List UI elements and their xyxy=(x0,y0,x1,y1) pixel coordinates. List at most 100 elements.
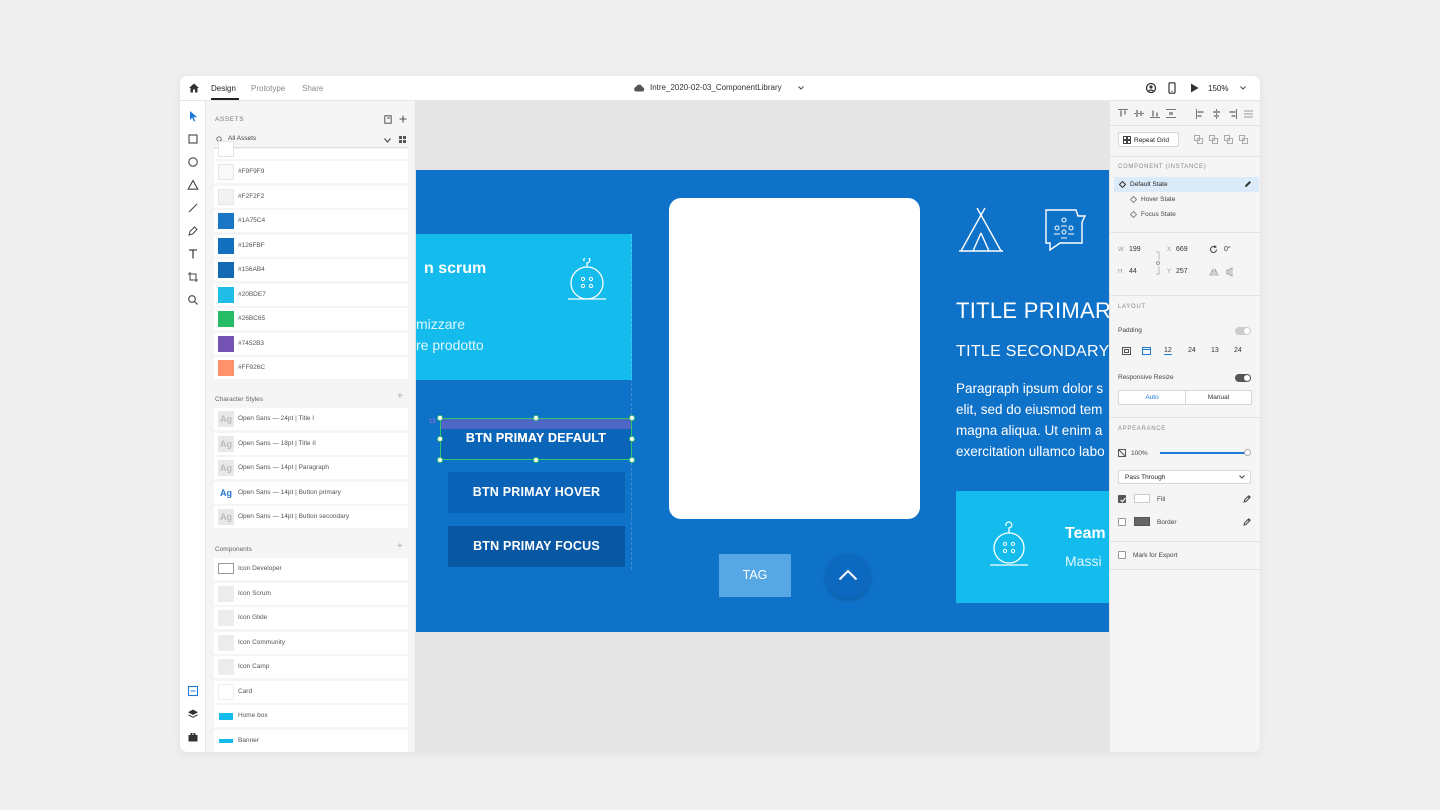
select-tool-icon[interactable] xyxy=(187,110,199,122)
text-tool-icon[interactable] xyxy=(187,248,199,260)
resize-handle[interactable] xyxy=(437,436,443,442)
border-checkbox[interactable] xyxy=(1118,518,1126,526)
resize-handle[interactable] xyxy=(629,415,635,421)
resize-handle[interactable] xyxy=(533,415,539,421)
align-left-icon[interactable] xyxy=(1196,109,1205,119)
polygon-tool-icon[interactable] xyxy=(187,179,199,191)
card-component[interactable] xyxy=(669,198,920,519)
height-input[interactable]: 44 xyxy=(1129,268,1137,275)
align-middle-icon[interactable] xyxy=(1134,109,1144,118)
resize-handle[interactable] xyxy=(629,436,635,442)
align-right-icon[interactable] xyxy=(1228,109,1237,119)
opacity-slider-knob[interactable] xyxy=(1244,449,1251,456)
resize-handle[interactable] xyxy=(437,457,443,463)
repeat-grid-button[interactable]: Repeat Grid xyxy=(1118,132,1179,147)
character-style-row[interactable]: Ag Open Sans — 14pt | Button primary xyxy=(214,481,408,504)
assets-panel-icon[interactable] xyxy=(187,685,199,697)
padding-left-input[interactable]: 24 xyxy=(1234,347,1242,354)
rotate-icon[interactable] xyxy=(1209,245,1218,254)
align-top-icon[interactable] xyxy=(1118,109,1128,118)
library-icon[interactable] xyxy=(384,115,392,124)
x-input[interactable]: 669 xyxy=(1176,246,1188,253)
component-row[interactable]: Banner xyxy=(214,729,408,752)
design-canvas[interactable]: n scrum mizzare re prodotto BTN PRIMAY D… xyxy=(416,101,1109,752)
rotation-input[interactable]: 0° xyxy=(1224,246,1231,253)
width-input[interactable]: 199 xyxy=(1129,246,1141,253)
boolean-add-icon[interactable] xyxy=(1194,135,1203,144)
blend-mode-select[interactable]: Pass Through xyxy=(1118,470,1251,484)
component-row[interactable]: Icon Camp xyxy=(214,656,408,678)
chevron-down-icon[interactable] xyxy=(798,86,804,90)
opacity-value[interactable]: 100% xyxy=(1131,450,1148,457)
eyedropper-icon[interactable] xyxy=(1243,494,1252,503)
padding-single-icon[interactable] xyxy=(1122,347,1131,355)
resize-manual-button[interactable]: Manual xyxy=(1186,391,1251,404)
rectangle-tool-icon[interactable] xyxy=(187,133,199,145)
plugins-icon[interactable] xyxy=(187,731,199,743)
fill-checkbox[interactable] xyxy=(1118,495,1126,503)
color-swatch-row[interactable]: #F9F9F9 xyxy=(214,161,408,183)
padding-bottom-input[interactable]: 13 xyxy=(1211,347,1219,354)
edit-icon[interactable] xyxy=(1244,180,1252,188)
mobile-preview-icon[interactable] xyxy=(1168,82,1176,94)
artboard[interactable]: n scrum mizzare re prodotto BTN PRIMAY D… xyxy=(416,170,1109,632)
color-swatch-row[interactable]: #FF926C xyxy=(214,357,408,379)
zoom-chevron-icon[interactable] xyxy=(1240,86,1246,90)
tag-component[interactable]: TAG xyxy=(719,554,791,597)
resize-handle[interactable] xyxy=(629,457,635,463)
padding-top-input[interactable]: 12 xyxy=(1164,347,1172,355)
color-swatch-row[interactable]: #1A75C4 xyxy=(214,210,408,232)
character-style-row[interactable]: Ag Open Sans — 14pt | Button secondary xyxy=(214,506,408,528)
boolean-intersect-icon[interactable] xyxy=(1224,135,1233,144)
color-swatch-row[interactable]: #F2F2F2 xyxy=(214,185,408,208)
pen-tool-icon[interactable] xyxy=(187,225,199,237)
distribute-vertical-icon[interactable] xyxy=(1166,109,1176,118)
tab-design[interactable]: Design xyxy=(211,84,236,93)
align-bottom-icon[interactable] xyxy=(1150,109,1160,118)
eyedropper-icon[interactable] xyxy=(1243,517,1252,526)
line-tool-icon[interactable] xyxy=(187,202,199,214)
padding-toggle[interactable] xyxy=(1235,327,1251,335)
color-swatch-row[interactable]: #7452B3 xyxy=(214,332,408,355)
zoom-level[interactable]: 150% xyxy=(1208,84,1228,93)
state-focus[interactable]: Focus State xyxy=(1114,207,1259,222)
border-color-swatch[interactable] xyxy=(1134,517,1150,526)
y-input[interactable]: 257 xyxy=(1176,268,1188,275)
document-title[interactable]: Intre_2020-02-03_ComponentLibrary xyxy=(650,83,782,92)
btn-primary-focus[interactable]: BTN PRIMAY FOCUS xyxy=(448,526,625,567)
state-hover[interactable]: Hover State xyxy=(1114,192,1259,207)
ellipse-tool-icon[interactable] xyxy=(187,156,199,168)
color-swatch-row[interactable]: #26BC65 xyxy=(214,308,408,330)
boolean-exclude-icon[interactable] xyxy=(1239,135,1248,144)
home-icon[interactable] xyxy=(188,82,200,94)
add-icon[interactable] xyxy=(399,115,407,123)
component-row[interactable]: Icon Scrum xyxy=(214,582,408,605)
banner-component[interactable]: Team Massi xyxy=(956,491,1109,603)
character-style-row[interactable]: Ag Open Sans — 14pt | Paragraph xyxy=(214,457,408,479)
character-style-row[interactable]: Ag Open Sans — 18pt | Title II xyxy=(214,432,408,455)
zoom-tool-icon[interactable] xyxy=(187,294,199,306)
color-swatch-row[interactable]: #126FBF xyxy=(214,234,408,257)
color-swatch-row[interactable]: #20BDE7 xyxy=(214,283,408,306)
distribute-horizontal-icon[interactable] xyxy=(1244,109,1253,119)
character-style-row[interactable]: Ag Open Sans — 24pt | Title I xyxy=(214,408,408,430)
export-checkbox[interactable] xyxy=(1118,551,1126,559)
opacity-slider-track[interactable] xyxy=(1160,449,1251,456)
align-center-icon[interactable] xyxy=(1212,109,1221,119)
selection-box[interactable] xyxy=(440,418,632,460)
grid-view-icon[interactable] xyxy=(399,136,406,143)
btn-primary-hover[interactable]: BTN PRIMAY HOVER xyxy=(448,472,625,513)
fill-color-swatch[interactable] xyxy=(1134,494,1150,503)
state-default[interactable]: Default State xyxy=(1114,177,1259,192)
color-swatch-row[interactable]: #156AB4 xyxy=(214,259,408,281)
component-row[interactable]: Home box xyxy=(214,705,408,727)
artboard-tool-icon[interactable] xyxy=(187,271,199,283)
add-component-icon[interactable]: + xyxy=(397,541,403,552)
padding-right-input[interactable]: 24 xyxy=(1188,347,1196,354)
component-row[interactable]: Card xyxy=(214,680,408,703)
play-icon[interactable] xyxy=(1190,83,1199,93)
resize-handle[interactable] xyxy=(533,457,539,463)
padding-individual-icon[interactable] xyxy=(1142,347,1151,355)
flip-vertical-icon[interactable] xyxy=(1225,267,1233,277)
flip-horizontal-icon[interactable] xyxy=(1209,268,1219,276)
